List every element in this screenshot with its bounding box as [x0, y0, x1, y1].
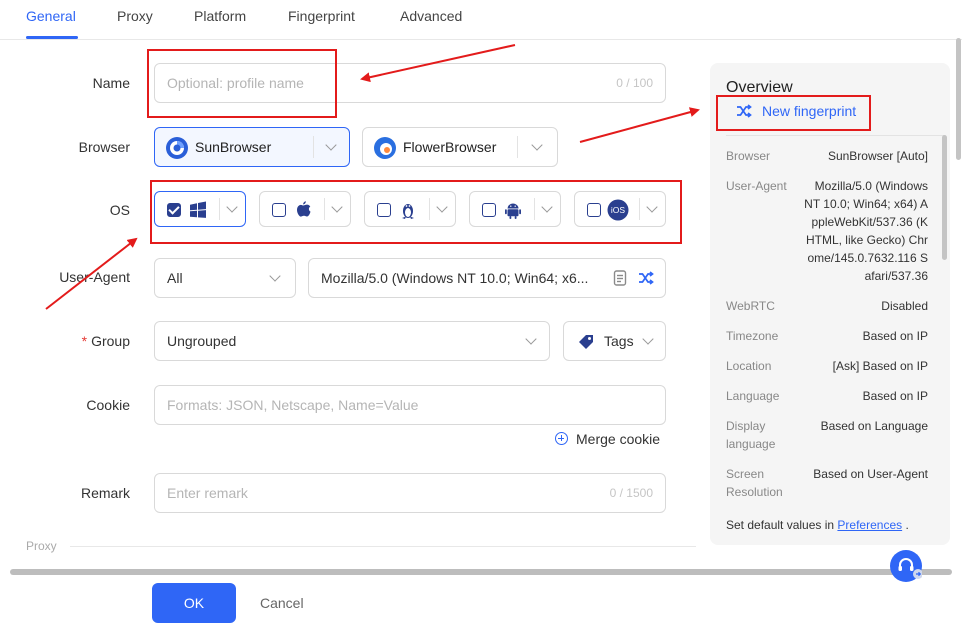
tab-bar: General Proxy Platform Fingerprint Advan…: [0, 0, 962, 40]
user-agent-filter-select[interactable]: All: [154, 258, 296, 298]
merge-cookie-button[interactable]: Merge cookie: [555, 431, 660, 447]
plus-circle-icon: [555, 432, 568, 445]
divider: [517, 136, 518, 158]
cookie-label: Cookie: [86, 397, 130, 413]
annotation-box-new-fingerprint: [716, 95, 871, 131]
horizontal-scrollbar[interactable]: [10, 569, 952, 575]
proxy-section-label: Proxy: [26, 539, 57, 553]
annotation-arrow: [579, 107, 700, 143]
overview-key: Browser: [726, 149, 771, 163]
group-label: * Group: [81, 333, 130, 349]
overview-footer: Set default values in Preferences .: [726, 518, 909, 532]
remark-placeholder: Enter remark: [167, 485, 248, 501]
tags-label: Tags: [604, 333, 634, 349]
browser-name-flowerbrowser: FlowerBrowser: [403, 139, 497, 155]
annotation-box-name: [147, 49, 337, 118]
page-scrollbar[interactable]: [956, 38, 961, 160]
chevron-down-icon[interactable]: [325, 139, 337, 151]
group-select[interactable]: Ungrouped: [154, 321, 550, 361]
overview-divider: [726, 135, 944, 136]
section-divider: [70, 546, 696, 547]
active-tab-indicator: [26, 36, 78, 39]
overview-value: Based on IP: [862, 389, 928, 403]
chevron-down-icon: [525, 333, 537, 345]
overview-value: [Ask] Based on IP: [832, 359, 928, 373]
ok-button[interactable]: OK: [152, 583, 236, 623]
overview-value: Based on Language: [820, 419, 928, 433]
overview-value: Disabled: [881, 299, 928, 313]
user-agent-value: Mozilla/5.0 (Windows NT 10.0; Win64; x6.…: [321, 270, 589, 286]
name-counter: 0 / 100: [616, 76, 653, 90]
tab-fingerprint[interactable]: Fingerprint: [288, 8, 355, 24]
overview-key: Location: [726, 359, 772, 373]
overview-key: Screen Resolution: [726, 467, 783, 499]
chevron-down-icon[interactable]: [531, 139, 543, 151]
tab-proxy[interactable]: Proxy: [117, 8, 153, 24]
overview-key: User-Agent: [726, 179, 787, 193]
chevron-down-icon: [269, 270, 281, 282]
remark-counter: 0 / 1500: [609, 486, 653, 500]
browser-option-sunbrowser[interactable]: SunBrowser: [154, 127, 350, 167]
overview-key: Display language: [726, 419, 776, 451]
overview-panel: Overview New fingerprint Browser SunBrow…: [710, 63, 950, 545]
overview-key: WebRTC: [726, 299, 775, 313]
support-button[interactable]: [890, 550, 923, 582]
user-agent-input[interactable]: Mozilla/5.0 (Windows NT 10.0; Win64; x6.…: [308, 258, 666, 298]
flowerbrowser-logo-icon: [374, 137, 396, 159]
remark-input[interactable]: Enter remark 0 / 1500: [154, 473, 666, 513]
overview-key: Timezone: [726, 329, 779, 343]
required-marker: *: [81, 333, 88, 349]
cancel-button[interactable]: Cancel: [260, 595, 304, 611]
browser-name-sunbrowser: SunBrowser: [195, 139, 272, 155]
overview-value: Based on User-Agent: [813, 467, 928, 481]
preferences-link[interactable]: Preferences: [837, 518, 902, 532]
sunbrowser-logo-icon: [166, 137, 188, 159]
shuffle-icon[interactable]: [637, 269, 655, 287]
document-icon[interactable]: [611, 269, 629, 287]
tag-icon: [579, 335, 593, 349]
tab-platform[interactable]: Platform: [194, 8, 246, 24]
tab-advanced[interactable]: Advanced: [400, 8, 462, 24]
os-label: OS: [109, 202, 130, 218]
cookie-placeholder: Formats: JSON, Netscape, Name=Value: [167, 397, 419, 413]
cookie-input[interactable]: Formats: JSON, Netscape, Name=Value: [154, 385, 666, 425]
chevron-down-icon: [642, 333, 654, 345]
overview-value: Based on IP: [862, 329, 928, 343]
browser-label: Browser: [78, 139, 130, 155]
overview-key: Language: [726, 389, 780, 403]
overview-value: SunBrowser [Auto]: [827, 149, 928, 163]
browser-option-flowerbrowser[interactable]: FlowerBrowser: [362, 127, 558, 167]
overview-scrollbar[interactable]: [942, 135, 947, 260]
user-agent-label: User-Agent: [59, 269, 130, 285]
footer-bar: [0, 578, 962, 634]
annotation-box-os: [150, 180, 682, 244]
tags-select[interactable]: Tags: [563, 321, 666, 361]
remark-label: Remark: [80, 485, 130, 501]
name-label: Name: [92, 75, 130, 91]
profile-editor: General Proxy Platform Fingerprint Advan…: [0, 0, 974, 634]
overview-value: Mozilla/5.0 (Windows NT 10.0; Win64; x64…: [804, 179, 928, 283]
headset-icon: [898, 558, 923, 579]
divider: [313, 136, 314, 158]
group-value: Ungrouped: [167, 333, 237, 349]
tab-general[interactable]: General: [26, 8, 76, 24]
user-agent-filter-value: All: [167, 270, 183, 286]
